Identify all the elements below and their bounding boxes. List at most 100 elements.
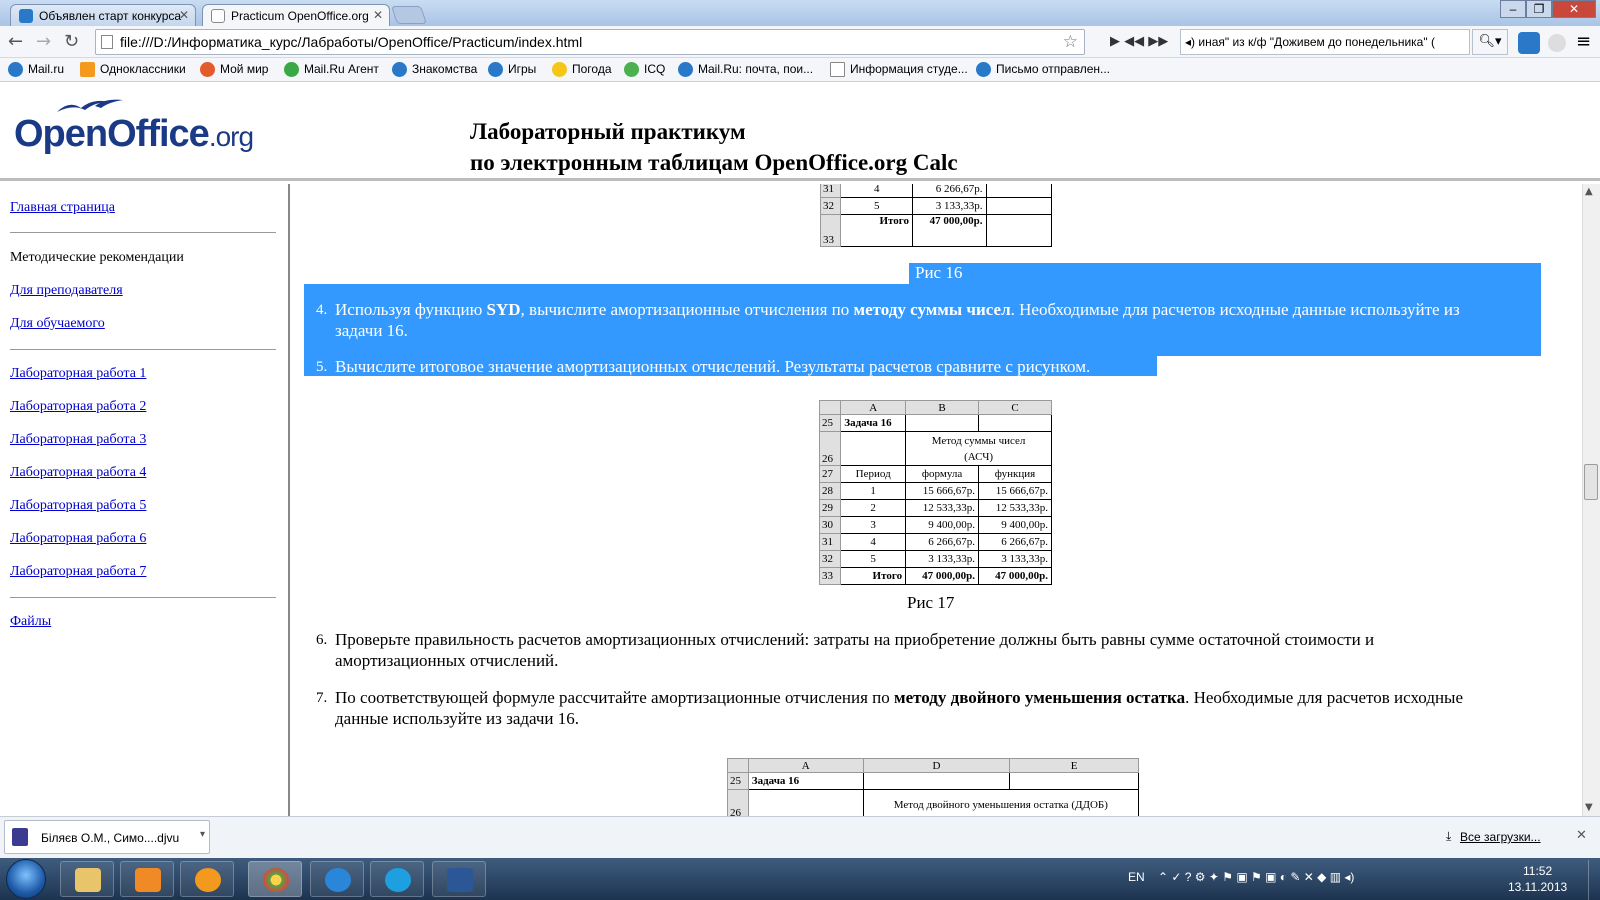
sidebar-item-student[interactable]: Для обучаемого: [10, 316, 105, 332]
tab-practicum[interactable]: Practicum OpenOffice.org ✕: [202, 4, 390, 26]
mail-agent-icon[interactable]: [1518, 32, 1540, 54]
chevron-down-icon[interactable]: ▾: [200, 829, 205, 840]
profile-icon[interactable]: [1548, 34, 1566, 52]
list-number: 6.: [316, 632, 328, 648]
sidebar-item-teacher[interactable]: Для преподавателя: [10, 283, 123, 299]
selection-highlight: [304, 284, 1541, 356]
tab-label: Practicum OpenOffice.org: [231, 9, 369, 23]
tab-label: Объявлен старт конкурса: [39, 9, 182, 23]
sidebar-item-lab6[interactable]: Лабораторная работа 6: [10, 531, 146, 547]
bookmark-moy-mir[interactable]: Мой мир: [200, 62, 268, 77]
taskbar-clock[interactable]: 11:52 13.11.2013: [1508, 863, 1567, 895]
sidebar-item-lab1[interactable]: Лабораторная работа 1: [10, 366, 146, 382]
taskbar-word[interactable]: [432, 861, 486, 897]
tray-icons[interactable]: ⌃ ✓ ? ⚙ ✦ ⚑ ▣ ⚑ ▣ ◐ ✎ ✕ ◆ ▥ ◂): [1158, 870, 1354, 884]
taskbar-internet-explorer[interactable]: [310, 861, 364, 897]
clock-date: 13.11.2013: [1508, 880, 1568, 894]
address-bar[interactable]: file:///D:/Информатика_курс/Лабработы/Op…: [95, 29, 1085, 55]
list-item-7-line2: данные используйте из задачи 16.: [335, 709, 580, 728]
page-title: Лабораторный практикум по электронным та…: [470, 119, 958, 175]
windows-taskbar: [0, 858, 1600, 900]
forward-icon[interactable]: →: [36, 31, 51, 52]
page-icon: [101, 35, 113, 49]
media-title-box[interactable]: ◂) иная" из к/ф "Доживем до понедельника…: [1180, 29, 1470, 55]
bookmark-mailru-agent[interactable]: Mail.Ru Агент: [284, 62, 379, 77]
djvu-file-icon: [12, 828, 28, 846]
new-tab-button[interactable]: [391, 6, 427, 24]
vertical-scrollbar[interactable]: [1582, 184, 1600, 816]
main-content: 31 4 6 266,67р. 32 5 3 133,33р. 33 Итого 47 00…: [292, 184, 1582, 816]
list-number: 4.: [316, 302, 328, 318]
fig17-table: ABC 25 Задача 16 26 Метод суммы чисел (АСЧ)…: [818, 400, 1052, 585]
fig16-caption: Рис 16: [909, 263, 1541, 284]
start-button[interactable]: [6, 859, 46, 899]
mailru-icon: [19, 9, 33, 23]
taskbar-explorer[interactable]: [60, 861, 114, 897]
fig16-table: 31 4 6 266,67р. 32 5 3 133,33р. 33 Итого 47 00…: [819, 184, 1053, 247]
taskbar-media-player[interactable]: [120, 861, 174, 897]
wrench-icon[interactable]: ≡: [1576, 31, 1591, 52]
table-row: 28 1 15 666,67р. 15 666,67р.: [818, 482, 1052, 500]
sidebar-item-files[interactable]: Файлы: [10, 614, 51, 630]
close-icon[interactable]: ✕: [179, 8, 189, 22]
system-tray[interactable]: EN ⌃ ✓ ? ⚙ ✦ ⚑ ▣ ⚑ ▣ ◐ ✎ ✕ ◆ ▥ ◂): [1128, 870, 1354, 884]
back-icon[interactable]: ←: [8, 31, 23, 52]
bookmark-pogoda[interactable]: Погода: [552, 62, 612, 77]
sidebar-item-lab7[interactable]: Лабораторная работа 7: [10, 564, 146, 580]
page-icon: [211, 9, 225, 23]
sidebar-item-lab4[interactable]: Лабораторная работа 4: [10, 465, 146, 481]
taskbar-mail-agent[interactable]: [180, 861, 234, 897]
bookmark-mailru-pochta[interactable]: Mail.Ru: почта, пои...: [678, 62, 813, 77]
bookmark-znakomstva[interactable]: Знакомства: [392, 62, 477, 77]
address-text: file:///D:/Информатика_курс/Лабработы/Op…: [120, 34, 583, 50]
sidebar-heading-methodical: Методические рекомендации: [10, 250, 184, 265]
list-item-4: Используя функцию SYD, вычислите амортиз…: [335, 300, 1460, 319]
list-item-4-line2: задачи 16.: [335, 321, 408, 340]
sidebar-item-lab3[interactable]: Лабораторная работа 3: [10, 432, 146, 448]
bookmark-igry[interactable]: Игры: [488, 62, 536, 77]
sidebar-item-lab2[interactable]: Лабораторная работа 2: [10, 399, 146, 415]
all-downloads-link[interactable]: Все загрузки...: [1460, 830, 1541, 844]
language-indicator[interactable]: EN: [1128, 870, 1145, 884]
bookmark-mailru[interactable]: Mail.ru: [8, 62, 64, 77]
ddob-table: ADE 25 Задача 16 26 Метод двойного уменьше…: [727, 758, 1140, 816]
bookmark-informatsiya[interactable]: Информация студе...: [830, 62, 968, 77]
tab-mail-contest[interactable]: Объявлен старт конкурса ✕: [10, 4, 196, 26]
close-icon[interactable]: ✕: [373, 8, 383, 22]
download-filename: Біляєв О.М., Симо....djvu: [41, 831, 180, 845]
show-desktop-button[interactable]: [1588, 860, 1600, 900]
scrollbar-thumb[interactable]: [1584, 464, 1598, 500]
table-row: 32 5 3 133,33р. 3 133,33р.: [818, 550, 1052, 568]
taskbar-skype[interactable]: [370, 861, 424, 897]
minimize-button[interactable]: –: [1500, 0, 1526, 18]
scroll-down-icon[interactable]: ▼: [1585, 802, 1593, 813]
close-window-button[interactable]: ✕: [1552, 0, 1596, 18]
table-row: 31 4 6 266,67р. 6 266,67р.: [818, 533, 1052, 551]
clock-time: 11:52: [1523, 864, 1553, 878]
list-number: 7.: [316, 690, 328, 706]
maximize-button[interactable]: ❐: [1526, 0, 1552, 18]
speaker-icon: ◂): [1185, 35, 1196, 49]
taskbar-chrome[interactable]: [248, 861, 302, 897]
search-icon[interactable]: 🔍︎▾: [1472, 29, 1508, 55]
bookmark-pismo[interactable]: Письмо отправлен...: [976, 62, 1110, 77]
sidebar-item-home[interactable]: Главная страница: [10, 200, 115, 216]
list-item-6: Проверьте правильность расчетов амортиза…: [335, 630, 1375, 649]
bookmark-icq[interactable]: ICQ: [624, 62, 665, 77]
divider: [10, 597, 276, 598]
close-icon[interactable]: ✕: [1576, 828, 1587, 843]
list-item-6-line2: амортизационных отчислений.: [335, 651, 559, 670]
scroll-up-icon[interactable]: ▲: [1585, 186, 1593, 197]
fig17-caption: Рис 17: [907, 593, 955, 612]
reload-icon[interactable]: ↻: [64, 31, 79, 52]
download-bar: [0, 816, 1600, 858]
sidebar-item-lab5[interactable]: Лабораторная работа 5: [10, 498, 146, 514]
list-item-7: По соответствующей формуле рассчитайте а…: [335, 688, 1464, 707]
divider: [10, 232, 276, 233]
table-row: 29 2 12 533,33р. 12 533,33р.: [818, 499, 1052, 517]
bookmark-odnoklassniki[interactable]: Одноклассники: [80, 62, 186, 77]
media-controls[interactable]: ▶ ◀◀ ▶▶: [1110, 34, 1168, 49]
download-item[interactable]: Біляєв О.М., Симо....djvu ▾: [4, 820, 210, 854]
media-title: иная" из к/ф "Доживем до понедельника" (: [1198, 35, 1435, 49]
star-icon[interactable]: ☆: [1063, 32, 1078, 52]
